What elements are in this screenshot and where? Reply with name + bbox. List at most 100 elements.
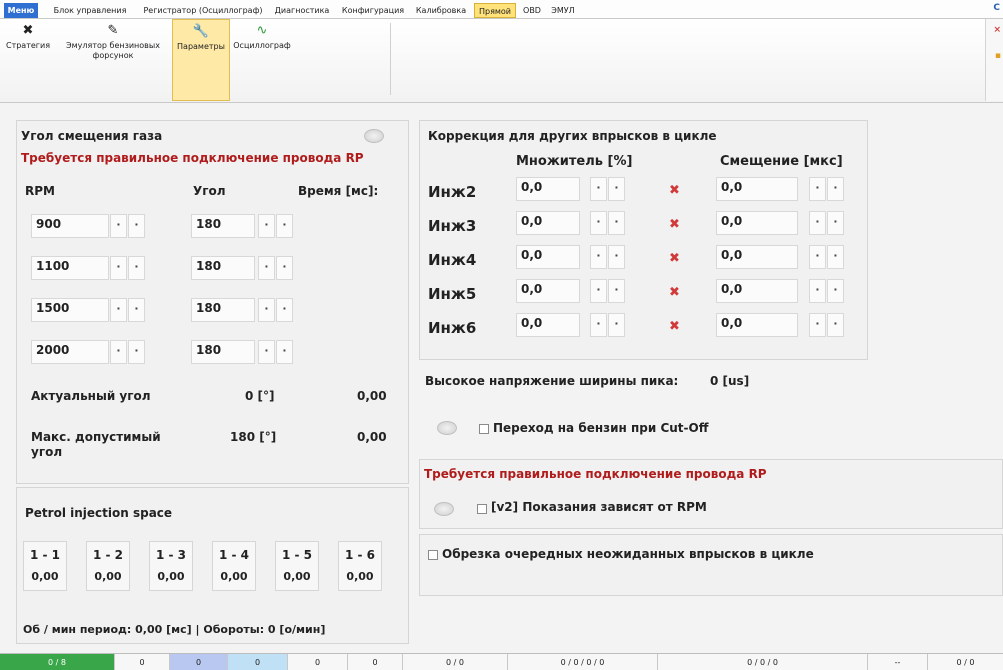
injector-label: Инж6 — [428, 319, 477, 337]
gas-offset-toggle[interactable] — [364, 129, 384, 143]
menu-tab-direct[interactable]: Прямой — [474, 3, 516, 18]
angle-increase-button[interactable]: · — [276, 214, 293, 238]
multiplier-decrease-button[interactable]: · — [590, 245, 607, 269]
shift-increase-button[interactable]: · — [827, 211, 844, 235]
menu-tab-configuration[interactable]: Конфигурация — [338, 3, 408, 18]
rpm-increase-button[interactable]: · — [128, 298, 145, 322]
rpm-decrease-button[interactable]: · — [110, 256, 127, 280]
reset-icon[interactable]: ✖ — [669, 217, 680, 232]
reset-icon[interactable]: ✖ — [669, 319, 680, 334]
injector-label: Инж5 — [428, 285, 477, 303]
menu-tab-menu[interactable]: Меню — [4, 3, 38, 18]
rpm-value[interactable]: 1500 — [31, 298, 109, 322]
multiplier-value[interactable]: 0,0 — [516, 245, 580, 269]
status-cell: 0 — [170, 654, 228, 670]
parameters-button[interactable]: 🔧 Параметры — [172, 19, 230, 101]
shift-decrease-button[interactable]: · — [809, 245, 826, 269]
multiplier-increase-button[interactable]: · — [608, 177, 625, 201]
rpm-increase-button[interactable]: · — [128, 256, 145, 280]
rpm-value[interactable]: 900 — [31, 214, 109, 238]
injection-cell-header: 1 - 6 — [344, 548, 376, 562]
peak-width-label: Высокое напряжение ширины пика: — [425, 374, 679, 388]
shift-increase-button[interactable]: · — [827, 177, 844, 201]
multiplier-value[interactable]: 0,0 — [516, 313, 580, 337]
multiplier-increase-button[interactable]: · — [608, 313, 625, 337]
injection-cell-value: 0,00 — [346, 570, 374, 583]
menu-tab-obd[interactable]: OBD — [520, 3, 544, 18]
petrol-emulator-button[interactable]: ✎ Эмулятор бензиновых форсунок — [56, 19, 170, 101]
shift-value[interactable]: 0,0 — [716, 177, 798, 201]
multiplier-decrease-button[interactable]: · — [590, 211, 607, 235]
menu-tab-diagnostics[interactable]: Диагностика — [270, 3, 334, 18]
shift-value[interactable]: 0,0 — [716, 279, 798, 303]
multiplier-increase-button[interactable]: · — [608, 279, 625, 303]
multiplier-value[interactable]: 0,0 — [516, 279, 580, 303]
shift-decrease-button[interactable]: · — [809, 177, 826, 201]
multiplier-decrease-button[interactable]: · — [590, 177, 607, 201]
shift-decrease-button[interactable]: · — [809, 279, 826, 303]
angle-decrease-button[interactable]: · — [258, 214, 275, 238]
cutoff-toggle[interactable] — [437, 421, 457, 435]
reset-icon[interactable]: ✖ — [669, 285, 680, 300]
status-cell-sequence: 0 / 8 — [0, 654, 115, 670]
shift-increase-button[interactable]: · — [827, 245, 844, 269]
menu-tab-recorder[interactable]: Регистратор (Осциллограф) — [142, 3, 264, 18]
correction-title: Коррекция для других впрысков в цикле — [428, 129, 717, 143]
rpm-decrease-button[interactable]: · — [110, 298, 127, 322]
trim-injections-checkbox[interactable] — [428, 550, 438, 560]
shift-decrease-button[interactable]: · — [809, 211, 826, 235]
shift-value[interactable]: 0,0 — [716, 313, 798, 337]
multiplier-decrease-button[interactable]: · — [590, 279, 607, 303]
pin-icon[interactable]: ▪ — [995, 51, 1001, 61]
status-cell: 0 / 0 — [956, 658, 975, 667]
injection-cell-header: 1 - 4 — [218, 548, 250, 562]
menu-tab-control-unit[interactable]: Блок управления — [44, 3, 136, 18]
multiplier-increase-button[interactable]: · — [608, 245, 625, 269]
angle-value[interactable]: 180 — [191, 214, 255, 238]
rp-toggle[interactable] — [434, 502, 454, 516]
rpm-value[interactable]: 1100 — [31, 256, 109, 280]
multiplier-value[interactable]: 0,0 — [516, 177, 580, 201]
menu-tab-calibration[interactable]: Калибровка — [412, 3, 470, 18]
shift-decrease-button[interactable]: · — [809, 313, 826, 337]
close-icon[interactable]: × — [993, 25, 1001, 35]
cutoff-checkbox[interactable] — [479, 424, 489, 434]
correction-panel: Коррекция для других впрысков в цикле Мн… — [419, 120, 868, 360]
oscilloscope-button[interactable]: ∿ Осциллограф — [232, 19, 292, 101]
rpm-increase-button[interactable]: · — [128, 214, 145, 238]
rpm-value[interactable]: 2000 — [31, 340, 109, 364]
reset-icon[interactable]: ✖ — [669, 183, 680, 198]
rpm-decrease-button[interactable]: · — [110, 214, 127, 238]
angle-increase-button[interactable]: · — [276, 340, 293, 364]
injection-cell-value: 0,00 — [157, 570, 185, 583]
angle-value[interactable]: 180 — [191, 256, 255, 280]
shift-increase-button[interactable]: · — [827, 279, 844, 303]
shift-value[interactable]: 0,0 — [716, 211, 798, 235]
menu-tab-emul[interactable]: ЭМУЛ — [548, 3, 578, 18]
angle-decrease-button[interactable]: · — [258, 340, 275, 364]
angle-decrease-button[interactable]: · — [258, 256, 275, 280]
rpm-increase-button[interactable]: · — [128, 340, 145, 364]
help-icon[interactable]: C — [993, 3, 1000, 13]
multiplier-value[interactable]: 0,0 — [516, 211, 580, 235]
angle-increase-button[interactable]: · — [276, 298, 293, 322]
max-angle-label: Макс. допустимый угол — [31, 430, 161, 459]
rpm-dependent-checkbox[interactable] — [477, 504, 487, 514]
angle-value[interactable]: 180 — [191, 340, 255, 364]
injector-label: Инж4 — [428, 251, 477, 269]
angle-value[interactable]: 180 — [191, 298, 255, 322]
angle-increase-button[interactable]: · — [276, 256, 293, 280]
strategy-button[interactable]: ✖ Стратегия — [2, 19, 54, 101]
rpm-decrease-button[interactable]: · — [110, 340, 127, 364]
multiplier-decrease-button[interactable]: · — [590, 313, 607, 337]
gas-offset-warning: Требуется правильное подключение провода… — [21, 151, 364, 165]
strategy-icon: ✖ — [22, 23, 34, 38]
injection-cell-1-5: 1 - 5 0,00 — [275, 541, 319, 591]
max-time-value: 0,00 — [357, 430, 387, 444]
shift-value[interactable]: 0,0 — [716, 245, 798, 269]
multiplier-increase-button[interactable]: · — [608, 211, 625, 235]
shift-increase-button[interactable]: · — [827, 313, 844, 337]
angle-decrease-button[interactable]: · — [258, 298, 275, 322]
rp-warning: Требуется правильное подключение провода… — [424, 467, 767, 481]
reset-icon[interactable]: ✖ — [669, 251, 680, 266]
